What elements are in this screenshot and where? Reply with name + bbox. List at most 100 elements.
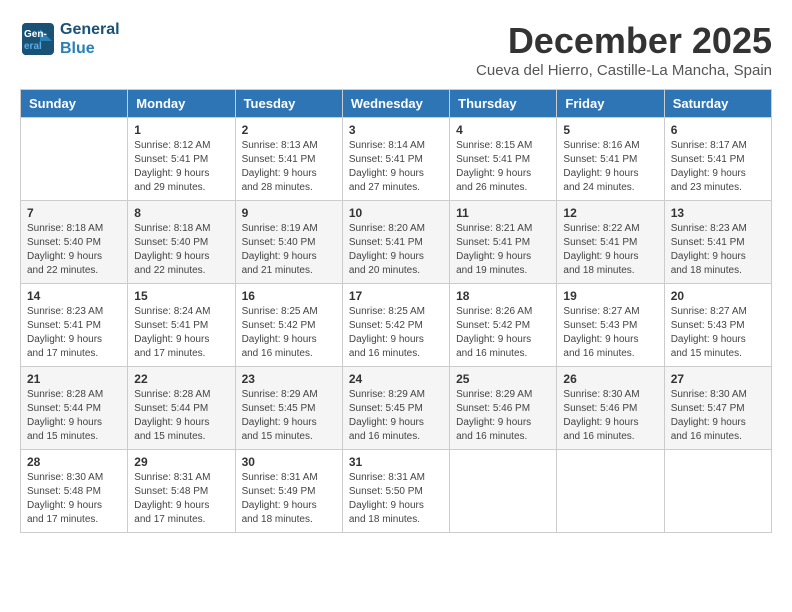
day-number: 26 [563,372,657,386]
day-number: 19 [563,289,657,303]
calendar-cell: 1Sunrise: 8:12 AM Sunset: 5:41 PM Daylig… [128,118,235,201]
day-info: Sunrise: 8:16 AM Sunset: 5:41 PM Dayligh… [563,139,657,195]
logo-line1: General [60,20,120,39]
calendar-cell: 5 Sunrise: 8:16 AM Sunset: 5:41 PM Daylig… [557,118,664,201]
col-tuesday: Tuesday [235,90,342,118]
calendar-cell: 18 Sunrise: 8:26 AM Sunset: 5:42 PM Dayli… [450,284,557,367]
day-info: Sunrise: 8:23 AM Sunset: 5:41 PM Dayligh… [671,222,765,278]
calendar-cell [664,450,771,533]
calendar-cell: 10 Sunrise: 8:20 AM Sunset: 5:41 PM Dayli… [342,201,449,284]
day-number: 29 [134,455,228,469]
day-info: Sunrise: 8:28 AM Sunset: 5:44 PM Dayligh… [27,388,121,444]
calendar-cell: 2 Sunrise: 8:13 AM Sunset: 5:41 PM Daylig… [235,118,342,201]
col-wednesday: Wednesday [342,90,449,118]
calendar-cell: 14 Sunrise: 8:23 AM Sunset: 5:41 PM Dayli… [21,284,128,367]
calendar-week-row: 1Sunrise: 8:12 AM Sunset: 5:41 PM Daylig… [21,118,772,201]
day-number: 7 [27,206,121,220]
day-number: 20 [671,289,765,303]
calendar-title: December 2025 [476,20,772,62]
calendar-cell: 26 Sunrise: 8:30 AM Sunset: 5:46 PM Dayli… [557,367,664,450]
day-number: 10 [349,206,443,220]
day-info: Sunrise: 8:28 AM Sunset: 5:44 PM Dayligh… [134,388,228,444]
calendar-subtitle: Cueva del Hierro, Castille-La Mancha, Sp… [476,62,772,79]
calendar-cell: 15 Sunrise: 8:24 AM Sunset: 5:41 PM Dayli… [128,284,235,367]
calendar-cell: 12Sunrise: 8:22 AM Sunset: 5:41 PM Dayli… [557,201,664,284]
calendar-week-row: 28 Sunrise: 8:30 AM Sunset: 5:48 PM Dayli… [21,450,772,533]
calendar-cell: 19 Sunrise: 8:27 AM Sunset: 5:43 PM Dayli… [557,284,664,367]
day-number: 21 [27,372,121,386]
day-number: 31 [349,455,443,469]
day-number: 3 [349,123,443,137]
day-info: Sunrise: 8:29 AM Sunset: 5:45 PM Dayligh… [242,388,336,444]
day-number: 18 [456,289,550,303]
day-info: Sunrise: 8:14 AM Sunset: 5:41 PM Dayligh… [349,139,443,195]
day-number: 24 [349,372,443,386]
day-number: 1 [134,123,228,137]
day-info: Sunrise: 8:17 AM Sunset: 5:41 PM Dayligh… [671,139,765,195]
svg-text:eral: eral [24,41,42,52]
col-monday: Monday [128,90,235,118]
calendar-cell: 28 Sunrise: 8:30 AM Sunset: 5:48 PM Dayli… [21,450,128,533]
calendar-cell: 24 Sunrise: 8:29 AM Sunset: 5:45 PM Dayli… [342,367,449,450]
calendar-cell: 20 Sunrise: 8:27 AM Sunset: 5:43 PM Dayli… [664,284,771,367]
day-info: Sunrise: 8:13 AM Sunset: 5:41 PM Dayligh… [242,139,336,195]
header-row: Sunday Monday Tuesday Wednesday Thursday… [21,90,772,118]
calendar-week-row: 7 Sunrise: 8:18 AM Sunset: 5:40 PM Daylig… [21,201,772,284]
calendar-cell [557,450,664,533]
day-number: 12 [563,206,657,220]
day-number: 11 [456,206,550,220]
calendar-cell: 21 Sunrise: 8:28 AM Sunset: 5:44 PM Dayli… [21,367,128,450]
col-thursday: Thursday [450,90,557,118]
day-number: 6 [671,123,765,137]
calendar-cell: 29 Sunrise: 8:31 AM Sunset: 5:48 PM Dayli… [128,450,235,533]
day-info: Sunrise: 8:18 AM Sunset: 5:40 PM Dayligh… [134,222,228,278]
calendar-cell: 31 Sunrise: 8:31 AM Sunset: 5:50 PM Dayli… [342,450,449,533]
day-number: 2 [242,123,336,137]
day-number: 27 [671,372,765,386]
calendar-cell: 6 Sunrise: 8:17 AM Sunset: 5:41 PM Daylig… [664,118,771,201]
calendar-cell: 7 Sunrise: 8:18 AM Sunset: 5:40 PM Daylig… [21,201,128,284]
day-info: Sunrise: 8:31 AM Sunset: 5:50 PM Dayligh… [349,471,443,527]
calendar-cell: 11Sunrise: 8:21 AM Sunset: 5:41 PM Dayli… [450,201,557,284]
calendar-cell: 30Sunrise: 8:31 AM Sunset: 5:49 PM Dayli… [235,450,342,533]
day-info: Sunrise: 8:30 AM Sunset: 5:47 PM Dayligh… [671,388,765,444]
calendar-cell: 27 Sunrise: 8:30 AM Sunset: 5:47 PM Dayli… [664,367,771,450]
logo-icon: Gen- eral [20,21,56,57]
day-number: 16 [242,289,336,303]
calendar-week-row: 21 Sunrise: 8:28 AM Sunset: 5:44 PM Dayli… [21,367,772,450]
day-number: 28 [27,455,121,469]
day-info: Sunrise: 8:27 AM Sunset: 5:43 PM Dayligh… [563,305,657,361]
day-info: Sunrise: 8:29 AM Sunset: 5:45 PM Dayligh… [349,388,443,444]
day-info: Sunrise: 8:24 AM Sunset: 5:41 PM Dayligh… [134,305,228,361]
day-number: 8 [134,206,228,220]
calendar-cell [450,450,557,533]
day-info: Sunrise: 8:20 AM Sunset: 5:41 PM Dayligh… [349,222,443,278]
day-info: Sunrise: 8:25 AM Sunset: 5:42 PM Dayligh… [349,305,443,361]
day-number: 14 [27,289,121,303]
header: Gen- eral General Blue December 2025 Cue… [20,20,772,79]
calendar-cell: 22 Sunrise: 8:28 AM Sunset: 5:44 PM Dayli… [128,367,235,450]
day-number: 30 [242,455,336,469]
day-number: 15 [134,289,228,303]
day-number: 22 [134,372,228,386]
logo-line2: Blue [60,39,120,58]
day-number: 9 [242,206,336,220]
day-info: Sunrise: 8:30 AM Sunset: 5:48 PM Dayligh… [27,471,121,527]
col-sunday: Sunday [21,90,128,118]
title-section: December 2025 Cueva del Hierro, Castille… [476,20,772,79]
day-info: Sunrise: 8:18 AM Sunset: 5:40 PM Dayligh… [27,222,121,278]
day-info: Sunrise: 8:31 AM Sunset: 5:48 PM Dayligh… [134,471,228,527]
calendar-cell: 16Sunrise: 8:25 AM Sunset: 5:42 PM Dayli… [235,284,342,367]
col-saturday: Saturday [664,90,771,118]
svg-text:Gen-: Gen- [24,29,47,40]
day-number: 4 [456,123,550,137]
calendar-cell: 3 Sunrise: 8:14 AM Sunset: 5:41 PM Daylig… [342,118,449,201]
day-info: Sunrise: 8:30 AM Sunset: 5:46 PM Dayligh… [563,388,657,444]
calendar-cell: 8 Sunrise: 8:18 AM Sunset: 5:40 PM Daylig… [128,201,235,284]
calendar-cell: 25Sunrise: 8:29 AM Sunset: 5:46 PM Dayli… [450,367,557,450]
day-info: Sunrise: 8:26 AM Sunset: 5:42 PM Dayligh… [456,305,550,361]
day-info: Sunrise: 8:23 AM Sunset: 5:41 PM Dayligh… [27,305,121,361]
day-info: Sunrise: 8:27 AM Sunset: 5:43 PM Dayligh… [671,305,765,361]
day-number: 23 [242,372,336,386]
day-number: 5 [563,123,657,137]
